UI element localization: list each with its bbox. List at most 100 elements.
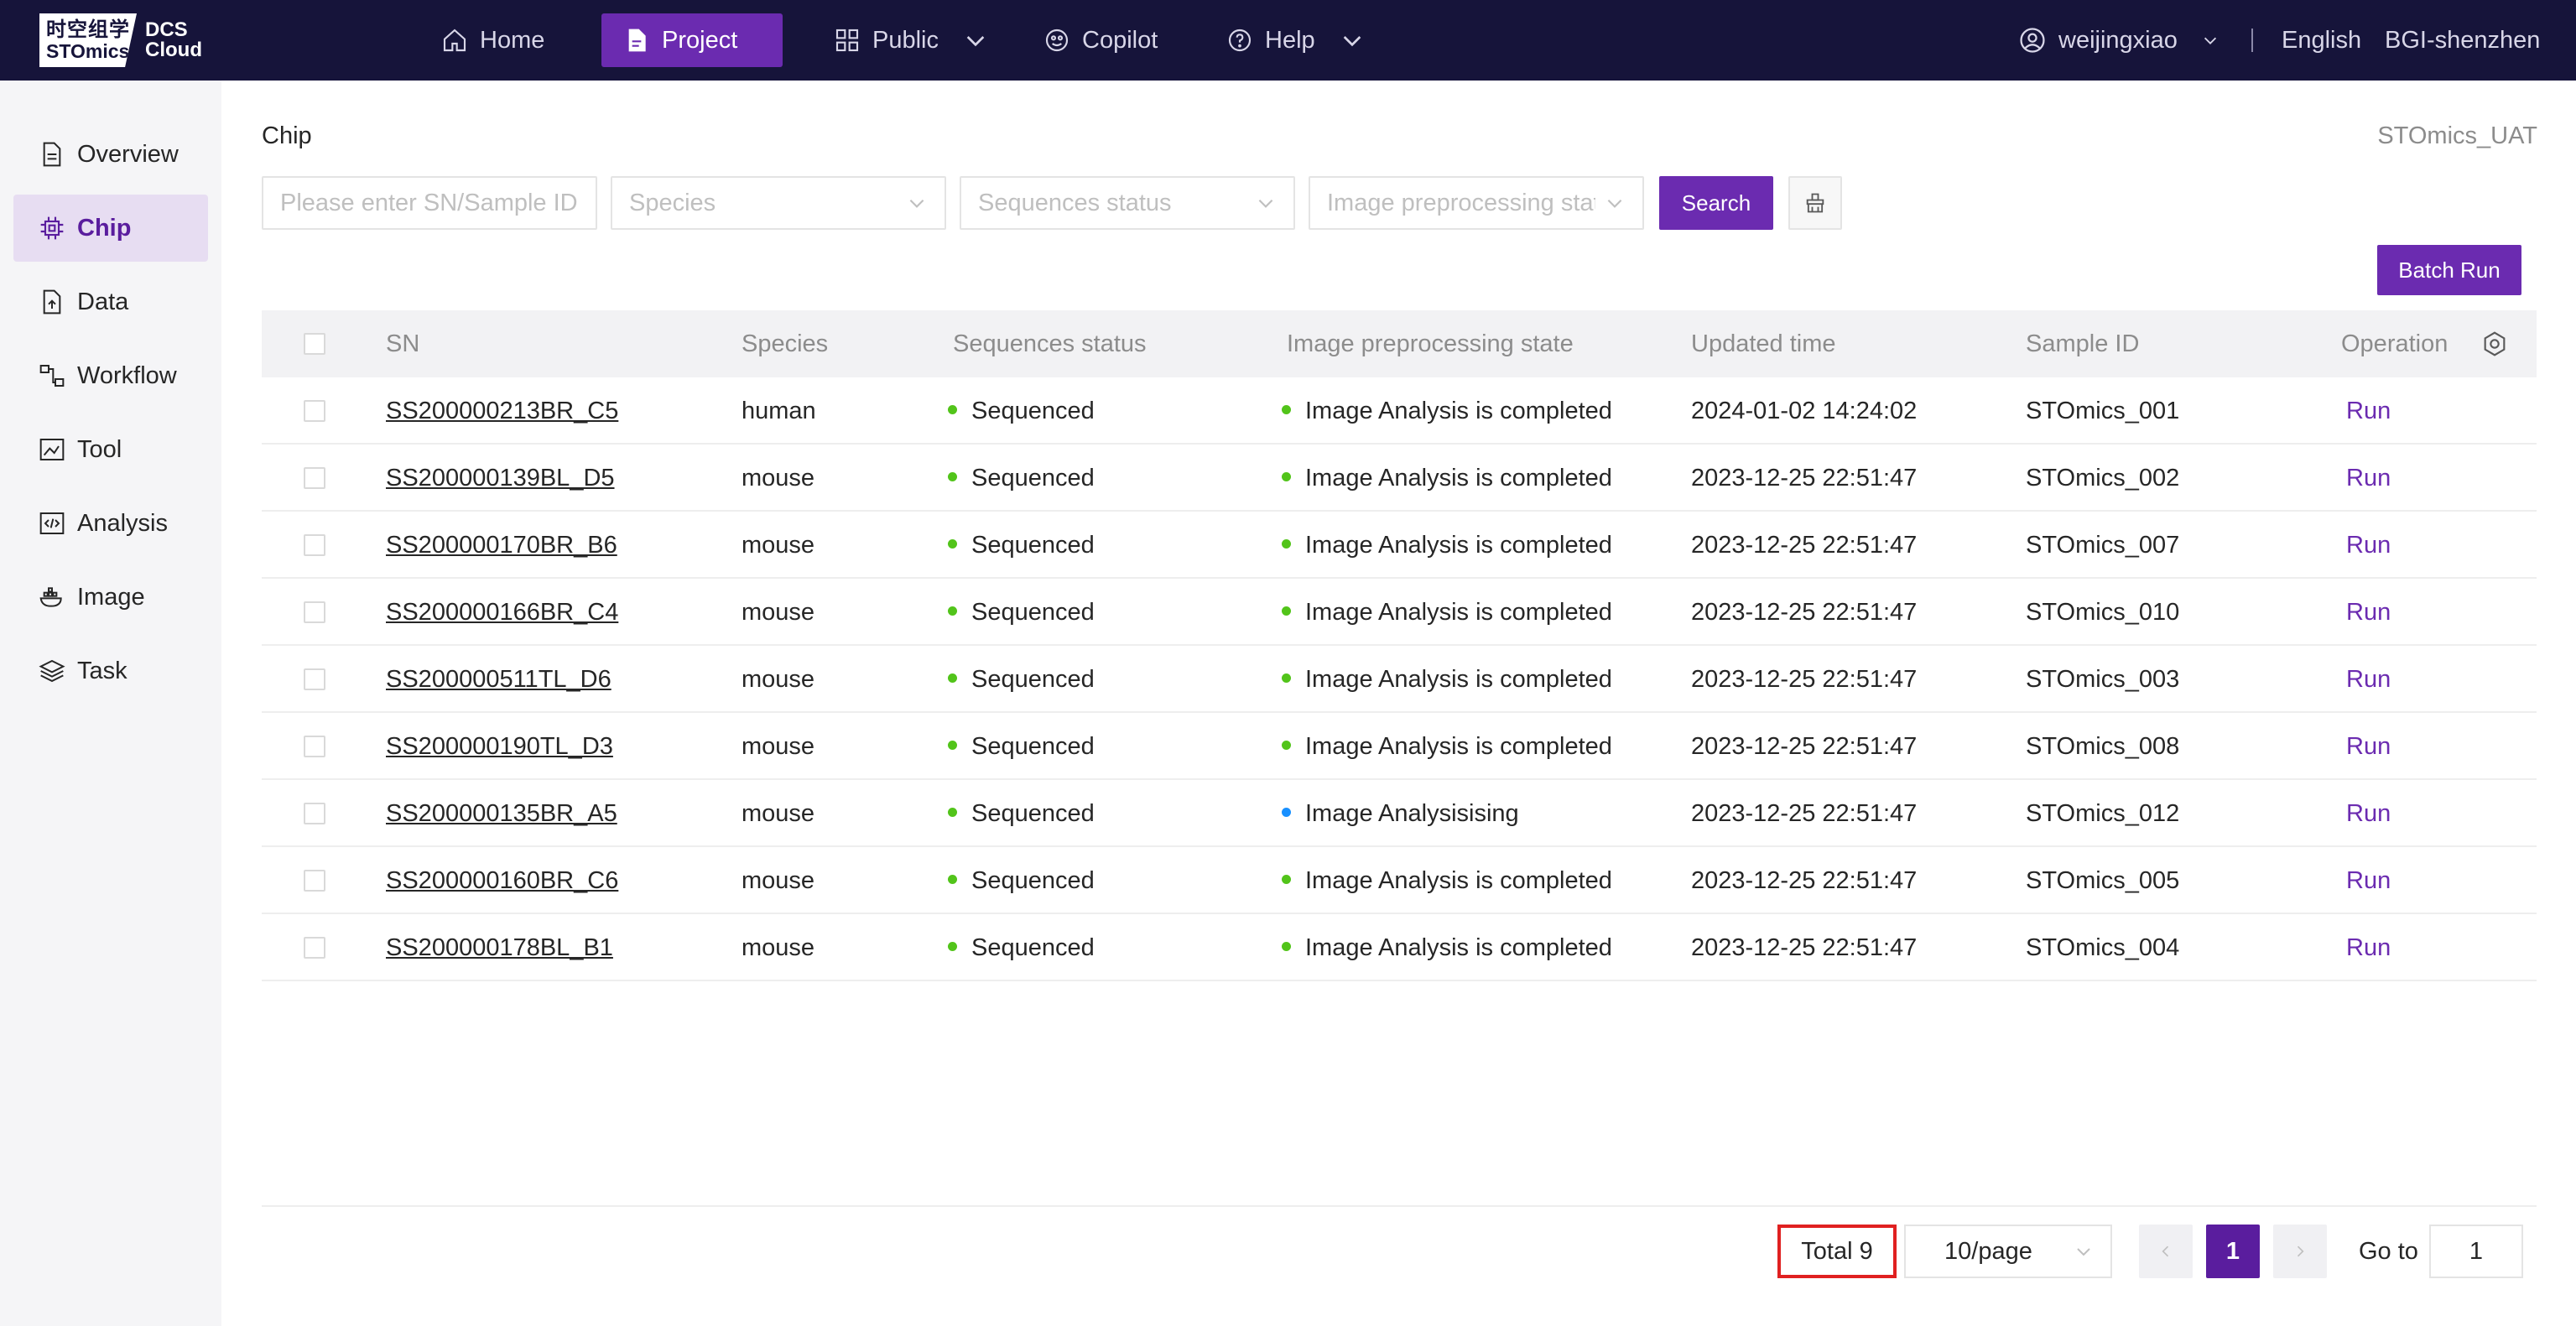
species-cell: mouse bbox=[742, 780, 814, 847]
table-row: SS200000213BR_C5 human Sequenced Image Anal… bbox=[262, 377, 2537, 445]
image-state-cell-text: Image Analysis is completed bbox=[1305, 867, 1612, 894]
sn-link[interactable]: SS200000139BL_D5 bbox=[386, 445, 615, 512]
column-header-sample-id[interactable]: Sample ID bbox=[2026, 310, 2139, 377]
row-checkbox[interactable] bbox=[304, 668, 325, 690]
grid-icon bbox=[835, 29, 859, 52]
nav-public[interactable]: Public bbox=[812, 13, 1011, 67]
sidebar-item-image[interactable]: Image bbox=[13, 564, 208, 631]
table-row: SS200000190TL_D3 mouse Sequenced Image Anal… bbox=[262, 713, 2537, 780]
column-header-species[interactable]: Species bbox=[742, 310, 828, 377]
document-icon bbox=[628, 29, 646, 52]
species-cell-text: mouse bbox=[742, 465, 815, 491]
run-button[interactable]: Run bbox=[2346, 512, 2391, 579]
updated-time-cell-text: 2023-12-25 22:51:47 bbox=[1691, 934, 1918, 961]
updated-time-cell: 2023-12-25 22:51:47 bbox=[1691, 646, 1917, 713]
image-state-select[interactable]: Image preprocessing stat bbox=[1309, 176, 1644, 230]
sn-link[interactable]: SS200000511TL_D6 bbox=[386, 646, 611, 713]
column-header-updated-time[interactable]: Updated time bbox=[1691, 310, 1836, 377]
nav-copilot[interactable]: Copilot bbox=[1022, 13, 1179, 67]
gear-icon[interactable] bbox=[2481, 330, 2508, 357]
row-checkbox[interactable] bbox=[304, 400, 325, 422]
species-select[interactable]: Species bbox=[611, 176, 946, 230]
sn-search-input[interactable]: Please enter SN/Sample ID bbox=[262, 176, 597, 230]
column-header-sequences-status[interactable]: Sequences status bbox=[953, 310, 1147, 377]
page-title: Chip bbox=[262, 122, 312, 149]
sidebar-item-overview[interactable]: Overview bbox=[13, 121, 208, 188]
run-button[interactable]: Run bbox=[2346, 914, 2391, 981]
updated-time-cell-text: 2023-12-25 22:51:47 bbox=[1691, 599, 1918, 626]
sidebar-item-analysis[interactable]: Analysis bbox=[13, 490, 208, 557]
row-checkbox[interactable] bbox=[304, 534, 325, 556]
sidebar-item-task[interactable]: Task bbox=[13, 637, 208, 705]
row-checkbox[interactable] bbox=[304, 467, 325, 489]
sequences-status-cell-text: Sequenced bbox=[971, 398, 1095, 424]
goto-label: Go to bbox=[2359, 1238, 2418, 1265]
nav-help[interactable]: Help bbox=[1205, 13, 1387, 67]
run-button[interactable]: Run bbox=[2346, 579, 2391, 646]
sidebar-item-data[interactable]: Data bbox=[13, 268, 208, 335]
row-checkbox[interactable] bbox=[304, 937, 325, 959]
nav-project[interactable]: Project bbox=[601, 13, 783, 67]
nav-home[interactable]: Home bbox=[419, 13, 566, 67]
column-header-image-state[interactable]: Image preprocessing state bbox=[1287, 310, 1574, 377]
sample-id-cell-text: STOmics_004 bbox=[2026, 934, 2180, 961]
page-size-select[interactable]: 10/page bbox=[1904, 1225, 2112, 1278]
sn-link[interactable]: SS200000190TL_D3 bbox=[386, 713, 613, 780]
run-button[interactable]: Run bbox=[2346, 377, 2391, 445]
search-button[interactable]: Search bbox=[1659, 176, 1773, 230]
sidebar-item-tool[interactable]: Tool bbox=[13, 416, 208, 483]
status-dot bbox=[948, 941, 957, 951]
run-button-text: Run bbox=[2346, 398, 2391, 424]
chevron-left-icon bbox=[2162, 1245, 2169, 1257]
select-all-checkbox[interactable] bbox=[304, 333, 325, 355]
sn-link[interactable]: SS200000213BR_C5 bbox=[386, 377, 618, 445]
run-button[interactable]: Run bbox=[2346, 780, 2391, 847]
sidebar-item-chip[interactable]: Chip bbox=[13, 195, 208, 262]
sample-id-cell-text: STOmics_012 bbox=[2026, 800, 2180, 827]
row-checkbox[interactable] bbox=[304, 870, 325, 892]
chevron-down-icon bbox=[2077, 1248, 2090, 1256]
image-state-cell: Image Analysisising bbox=[1282, 780, 1519, 847]
image-state-cell: Image Analysis is completed bbox=[1282, 847, 1612, 914]
row-checkbox[interactable] bbox=[304, 601, 325, 623]
sequences-status-cell-text: Sequenced bbox=[971, 800, 1095, 827]
user-menu[interactable]: weijingxiao bbox=[2018, 13, 2220, 67]
sample-id-cell: STOmics_005 bbox=[2026, 847, 2179, 914]
row-checkbox[interactable] bbox=[304, 803, 325, 824]
sn-link[interactable]: SS200000178BL_B1 bbox=[386, 914, 613, 981]
home-icon bbox=[443, 29, 466, 52]
batch-run-button[interactable]: Batch Run bbox=[2377, 245, 2521, 295]
sn-link[interactable]: SS200000166BR_C4 bbox=[386, 579, 618, 646]
species-cell: human bbox=[742, 377, 816, 445]
next-page-button[interactable] bbox=[2273, 1225, 2327, 1278]
sidebar-item-workflow[interactable]: Workflow bbox=[13, 342, 208, 409]
row-checkbox[interactable] bbox=[304, 736, 325, 757]
updated-time-cell: 2023-12-25 22:51:47 bbox=[1691, 914, 1917, 981]
sn-link[interactable]: SS200000135BR_A5 bbox=[386, 780, 617, 847]
run-button[interactable]: Run bbox=[2346, 646, 2391, 713]
region-switch[interactable]: BGI-shenzhen bbox=[2385, 13, 2540, 67]
goto-page-input[interactable]: 1 bbox=[2429, 1225, 2523, 1278]
status-dot bbox=[948, 807, 957, 817]
language-switch[interactable]: English bbox=[2282, 13, 2361, 67]
image-state-cell: Image Analysis is completed bbox=[1282, 646, 1612, 713]
image-state-cell-text: Image Analysisising bbox=[1305, 800, 1519, 827]
run-button[interactable]: Run bbox=[2346, 445, 2391, 512]
username: weijingxiao bbox=[2058, 26, 2178, 54]
sn-link[interactable]: SS200000160BR_C6 bbox=[386, 847, 618, 914]
sn-link[interactable]: SS200000170BR_B6 bbox=[386, 512, 617, 579]
sequences-status-select[interactable]: Sequences status bbox=[960, 176, 1295, 230]
column-header-sn[interactable]: SN bbox=[386, 310, 419, 377]
sn-link-text: SS200000160BR_C6 bbox=[386, 867, 619, 894]
logo-chinese-text: 时空组学 bbox=[46, 18, 130, 41]
nav-project-label: Project bbox=[662, 26, 738, 54]
page-1-button[interactable]: 1 bbox=[2206, 1225, 2260, 1278]
prev-page-button[interactable] bbox=[2139, 1225, 2193, 1278]
clear-filters-button[interactable] bbox=[1788, 176, 1842, 230]
sample-id-cell: STOmics_007 bbox=[2026, 512, 2179, 579]
run-button[interactable]: Run bbox=[2346, 713, 2391, 780]
run-button[interactable]: Run bbox=[2346, 847, 2391, 914]
sn-link-text: SS200000213BR_C5 bbox=[386, 398, 619, 424]
stomics-logo[interactable]: 时空组学 STOmics DCS Cloud bbox=[39, 13, 202, 67]
sidebar-item-label: Workflow bbox=[77, 361, 177, 389]
